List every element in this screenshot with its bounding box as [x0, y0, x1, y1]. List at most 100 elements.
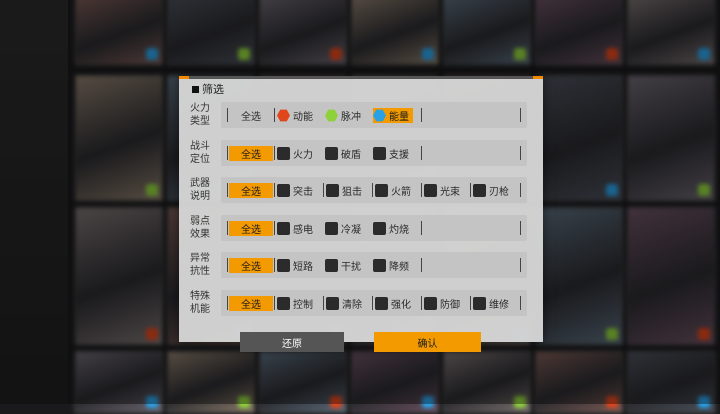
- filter-option-label: 光束: [440, 187, 460, 199]
- filter-option-label: 冷凝: [341, 224, 361, 236]
- option-separator: [274, 258, 275, 273]
- confirm-button[interactable]: 确认: [374, 332, 481, 352]
- filter-row-label: 弱点 效果: [190, 213, 218, 243]
- filter-option-label: 火力: [293, 149, 313, 161]
- filter-option-label: 刃枪: [489, 187, 509, 199]
- jamming-resist-icon: [325, 259, 338, 273]
- option-separator: [421, 183, 422, 198]
- option-separator: [227, 145, 228, 160]
- filter-option[interactable]: 动能: [277, 108, 317, 123]
- filter-row: 弱点 效果 全选 感电 冷凝 灼烧: [190, 213, 535, 243]
- filter-option[interactable]: 破盾: [325, 146, 365, 161]
- filter-option[interactable]: 防御: [424, 296, 464, 311]
- frost-effect-icon: [325, 221, 338, 235]
- filter-option[interactable]: 支援: [373, 146, 413, 161]
- select-all-option[interactable]: 全选: [229, 296, 273, 311]
- filter-option-label: 干扰: [341, 262, 361, 274]
- filter-option[interactable]: 干扰: [325, 258, 365, 273]
- shock-effect-icon: [277, 221, 290, 235]
- filter-option[interactable]: 火箭: [375, 183, 415, 198]
- filter-option[interactable]: 灼烧: [373, 221, 413, 236]
- filter-option[interactable]: 能量: [373, 108, 413, 123]
- option-separator: [227, 296, 228, 310]
- filter-options-bar: 全选 短路 干扰 降频: [221, 252, 527, 279]
- beam-weapon-icon: [424, 184, 437, 198]
- filter-row-label-line2: 定位: [190, 153, 210, 165]
- option-separator: [421, 296, 422, 310]
- control-function-icon: [277, 297, 290, 310]
- filter-option[interactable]: 火力: [277, 146, 317, 161]
- shieldbreak-role-icon: [325, 146, 338, 160]
- select-all-option[interactable]: 全选: [229, 258, 273, 274]
- energy-hexagon-icon: [373, 109, 386, 122]
- dialog-title-text: 筛选: [202, 83, 224, 96]
- select-all-option[interactable]: 全选: [229, 183, 273, 199]
- filter-row-label-line1: 异常: [190, 253, 210, 265]
- cleanse-function-icon: [326, 297, 339, 310]
- filter-option-label: 防御: [440, 300, 460, 311]
- filter-option-label: 感电: [293, 224, 313, 236]
- filter-row-label-line1: 火力: [190, 103, 210, 114]
- select-all-option[interactable]: 全选: [229, 108, 273, 123]
- defense-function-icon: [424, 297, 437, 310]
- option-separator: [227, 220, 228, 235]
- dialog-top-border: [179, 76, 543, 79]
- filter-option[interactable]: 降频: [373, 258, 413, 273]
- filter-row: 异常 抗性 全选 短路 干扰 降频: [190, 250, 535, 280]
- filter-option[interactable]: 冷凝: [325, 221, 365, 236]
- pulse-hexagon-icon: [325, 109, 338, 122]
- filter-options-bar: 全选 感电 冷凝 灼烧: [221, 214, 527, 241]
- select-all-option[interactable]: 全选: [229, 220, 273, 236]
- option-separator: [470, 183, 471, 198]
- filter-row-label-line2: 说明: [190, 191, 210, 203]
- repair-function-icon: [473, 297, 486, 310]
- filter-option-label: 强化: [391, 300, 411, 311]
- filter-row-label-line2: 机能: [190, 304, 210, 315]
- burn-effect-icon: [373, 221, 386, 235]
- filter-option[interactable]: 维修: [473, 296, 513, 311]
- filter-option[interactable]: 短路: [277, 258, 317, 273]
- filter-option[interactable]: 感电: [277, 221, 317, 236]
- option-separator: [227, 258, 228, 273]
- filter-option-label: 能量: [389, 112, 409, 123]
- filter-row-label-line2: 效果: [190, 228, 210, 240]
- bladegun-weapon-icon: [473, 184, 486, 198]
- option-separator: [274, 296, 275, 310]
- filter-option-label: 灼烧: [389, 224, 409, 236]
- filter-row: 火力 类型 全选 动能 脉冲 能量: [190, 100, 535, 130]
- filter-option[interactable]: 刃枪: [473, 183, 513, 198]
- option-separator: [421, 108, 422, 122]
- title-square-icon: [192, 85, 199, 93]
- filter-option[interactable]: 控制: [277, 296, 317, 311]
- filter-option-label: 狙击: [342, 187, 362, 199]
- filter-option[interactable]: 突击: [277, 183, 317, 198]
- filter-row-label-line2: 抗性: [190, 266, 210, 278]
- filter-row-label: 火力 类型: [190, 100, 218, 130]
- option-separator: [421, 258, 422, 273]
- filter-option[interactable]: 脉冲: [325, 108, 365, 123]
- option-separator: [227, 183, 228, 198]
- sniper-weapon-icon: [326, 184, 339, 198]
- reset-button[interactable]: 还原: [240, 332, 344, 352]
- filter-option[interactable]: 狙击: [326, 183, 366, 198]
- option-separator: [421, 220, 422, 235]
- filter-options-bar: 全选 控制 清除 强化 防御 维修: [221, 290, 527, 316]
- filter-option[interactable]: 光束: [424, 183, 464, 198]
- option-separator: [520, 258, 521, 273]
- filter-row-label-line1: 武器: [190, 178, 210, 190]
- option-separator: [520, 183, 521, 198]
- filter-row-label-line2: 类型: [190, 116, 210, 127]
- select-all-option[interactable]: 全选: [229, 145, 273, 161]
- option-separator: [274, 145, 275, 160]
- filter-option[interactable]: 清除: [326, 296, 366, 311]
- option-separator: [421, 145, 422, 160]
- filter-option-label: 控制: [293, 300, 313, 311]
- dialog-title: 筛选: [192, 81, 224, 97]
- option-separator: [227, 108, 228, 122]
- filter-option-label: 动能: [293, 112, 313, 123]
- filter-option-label: 清除: [342, 300, 362, 311]
- firepower-role-icon: [277, 146, 290, 160]
- filter-option[interactable]: 强化: [375, 296, 415, 311]
- buff-function-icon: [375, 297, 388, 310]
- filter-row-label: 武器 说明: [190, 175, 218, 205]
